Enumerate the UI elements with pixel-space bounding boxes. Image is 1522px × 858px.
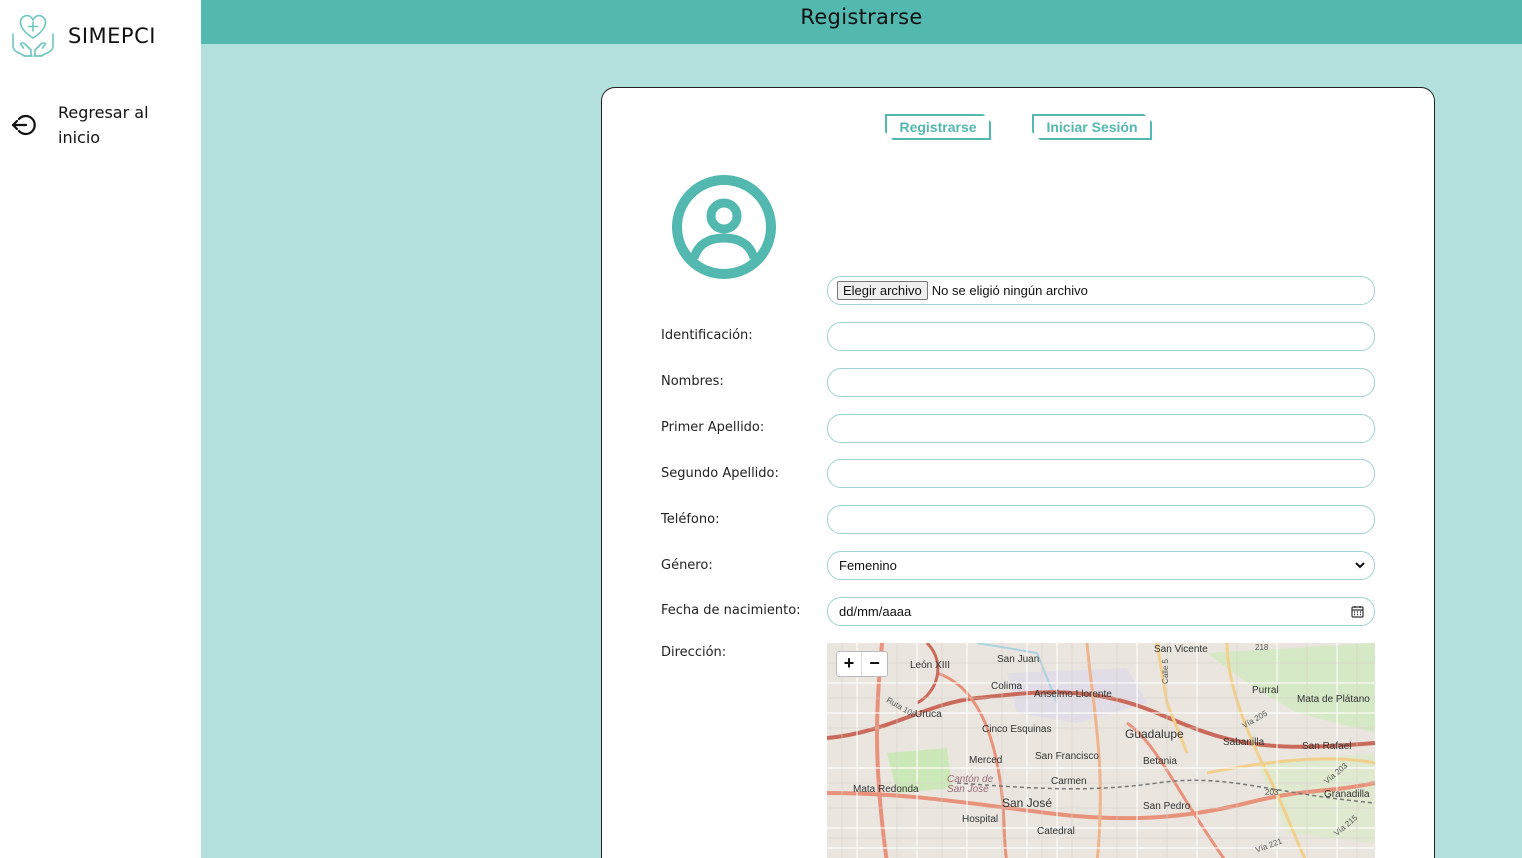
- second-surname-label: Segundo Apellido:: [661, 466, 779, 481]
- gender-select[interactable]: Femenino: [827, 551, 1375, 580]
- map-place-label: Betania: [1143, 756, 1177, 767]
- map-place-label: Hospital: [962, 814, 999, 825]
- brand-name: SIMEPCI: [68, 24, 156, 48]
- map-place-label: León XIII: [910, 660, 951, 671]
- map-place-label: Carmen: [1051, 776, 1087, 787]
- header-bar: Registrarse: [201, 0, 1522, 44]
- map-place-label: Uruca: [915, 709, 942, 720]
- map-place-label: San Francisco: [1035, 751, 1099, 762]
- map-place-label: San Pedro: [1143, 801, 1191, 812]
- birthdate-value: dd/mm/aaaa: [839, 604, 912, 619]
- hands-heart-icon: [12, 14, 54, 57]
- brand[interactable]: SIMEPCI: [10, 12, 156, 60]
- map-place-label: Colima: [991, 681, 1023, 692]
- identification-label: Identificación:: [661, 328, 753, 343]
- map-place-label: Granadilla: [1324, 789, 1370, 800]
- choose-file-button[interactable]: Elegir archivo: [837, 281, 928, 300]
- phone-label: Teléfono:: [661, 512, 720, 527]
- map-road-label: 203: [1265, 788, 1279, 797]
- file-status-text: No se eligió ningún archivo: [931, 283, 1088, 298]
- registration-card: Registrarse Iniciar Sesión Elegir archiv…: [601, 87, 1435, 858]
- calendar-icon[interactable]: [1351, 605, 1364, 618]
- back-to-home-label: Regresar al inicio: [58, 103, 149, 147]
- map-road-label: 218: [1255, 643, 1269, 652]
- phone-input[interactable]: [827, 505, 1375, 534]
- map-place-label: Sabanilla: [1223, 737, 1265, 748]
- first-surname-label: Primer Apellido:: [661, 420, 765, 435]
- photo-file-input[interactable]: Elegir archivo No se eligió ningún archi…: [827, 276, 1375, 305]
- map-zoom-control: + −: [836, 651, 888, 677]
- zoom-out-button[interactable]: −: [862, 652, 887, 676]
- tab-login[interactable]: Iniciar Sesión: [1032, 114, 1152, 140]
- map-place-label: San Rafael: [1302, 741, 1352, 752]
- map-place-label: Anselmo Llorente: [1034, 689, 1112, 700]
- map-place-label: Cantón de San José: [947, 774, 994, 795]
- map-tiles: [827, 643, 1375, 858]
- birthdate-label: Fecha de nacimiento:: [661, 603, 801, 618]
- map-place-label: Mata de Plátano: [1297, 694, 1370, 705]
- user-avatar-icon: [672, 175, 776, 279]
- names-label: Nombres:: [661, 374, 724, 389]
- map-place-label: San Vicente: [1154, 644, 1208, 655]
- second-surname-input[interactable]: [827, 459, 1375, 488]
- gender-label: Género:: [661, 558, 713, 573]
- first-surname-input[interactable]: [827, 414, 1375, 443]
- map-place-label: Cinco Esquinas: [982, 724, 1052, 735]
- map-place-label: Merced: [969, 755, 1003, 766]
- chevron-down-icon: [1355, 562, 1365, 569]
- address-map[interactable]: + − San Juan San Vicente León XIII Colim…: [827, 643, 1375, 858]
- address-label: Dirección:: [661, 645, 727, 660]
- birthdate-input[interactable]: dd/mm/aaaa: [827, 597, 1375, 626]
- names-input[interactable]: [827, 368, 1375, 397]
- sign-out-icon: [11, 114, 36, 136]
- page-title: Registrarse: [800, 5, 923, 29]
- gender-selected-value: Femenino: [839, 558, 897, 573]
- map-place-label: Mata Redonda: [853, 784, 919, 795]
- back-to-home-link[interactable]: Regresar al inicio: [11, 100, 168, 150]
- map-place-label: Catedral: [1037, 826, 1075, 837]
- tab-register[interactable]: Registrarse: [885, 114, 991, 140]
- sidebar: SIMEPCI Regresar al inicio: [0, 0, 201, 858]
- identification-input[interactable]: [827, 322, 1375, 351]
- map-place-label: Guadalupe: [1125, 727, 1184, 741]
- map-road-label: Calle 5: [1160, 659, 1170, 684]
- map-place-label: Purral: [1252, 685, 1279, 696]
- map-place-label: San Juan: [997, 654, 1040, 665]
- zoom-in-button[interactable]: +: [837, 652, 863, 676]
- map-place-label: San José: [1002, 796, 1053, 810]
